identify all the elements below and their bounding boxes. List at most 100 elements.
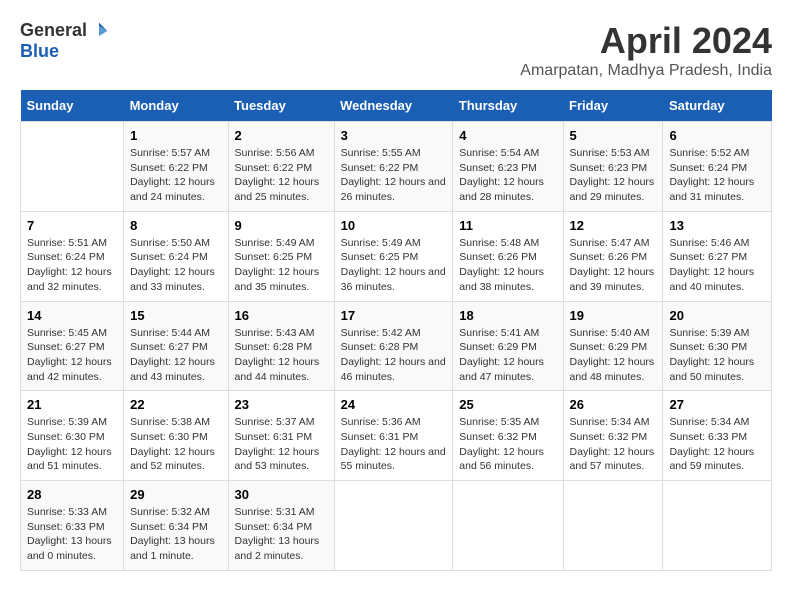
calendar-cell: 26 Sunrise: 5:34 AM Sunset: 6:32 PM Dayl… bbox=[563, 391, 663, 481]
day-info: Sunrise: 5:54 AM Sunset: 6:23 PM Dayligh… bbox=[459, 146, 556, 205]
calendar-cell: 27 Sunrise: 5:34 AM Sunset: 6:33 PM Dayl… bbox=[663, 391, 772, 481]
calendar-cell: 28 Sunrise: 5:33 AM Sunset: 6:33 PM Dayl… bbox=[21, 481, 124, 571]
calendar-cell: 25 Sunrise: 5:35 AM Sunset: 6:32 PM Dayl… bbox=[453, 391, 563, 481]
weekday-header-monday: Monday bbox=[124, 90, 228, 122]
calendar-cell: 23 Sunrise: 5:37 AM Sunset: 6:31 PM Dayl… bbox=[228, 391, 334, 481]
day-number: 7 bbox=[27, 218, 117, 233]
day-info: Sunrise: 5:45 AM Sunset: 6:27 PM Dayligh… bbox=[27, 326, 117, 385]
calendar-cell: 7 Sunrise: 5:51 AM Sunset: 6:24 PM Dayli… bbox=[21, 211, 124, 301]
logo: General Blue bbox=[20, 20, 109, 62]
calendar-cell: 16 Sunrise: 5:43 AM Sunset: 6:28 PM Dayl… bbox=[228, 301, 334, 391]
calendar-cell: 19 Sunrise: 5:40 AM Sunset: 6:29 PM Dayl… bbox=[563, 301, 663, 391]
calendar-cell bbox=[563, 481, 663, 571]
day-number: 9 bbox=[235, 218, 328, 233]
calendar-cell: 18 Sunrise: 5:41 AM Sunset: 6:29 PM Dayl… bbox=[453, 301, 563, 391]
calendar-cell: 2 Sunrise: 5:56 AM Sunset: 6:22 PM Dayli… bbox=[228, 122, 334, 212]
day-info: Sunrise: 5:49 AM Sunset: 6:25 PM Dayligh… bbox=[235, 236, 328, 295]
page-title: April 2024 bbox=[520, 20, 772, 62]
logo-blue-text: Blue bbox=[20, 41, 59, 62]
day-number: 22 bbox=[130, 397, 221, 412]
calendar-cell bbox=[453, 481, 563, 571]
day-info: Sunrise: 5:51 AM Sunset: 6:24 PM Dayligh… bbox=[27, 236, 117, 295]
weekday-header-tuesday: Tuesday bbox=[228, 90, 334, 122]
calendar-cell: 3 Sunrise: 5:55 AM Sunset: 6:22 PM Dayli… bbox=[334, 122, 453, 212]
day-info: Sunrise: 5:37 AM Sunset: 6:31 PM Dayligh… bbox=[235, 415, 328, 474]
calendar-cell: 21 Sunrise: 5:39 AM Sunset: 6:30 PM Dayl… bbox=[21, 391, 124, 481]
day-number: 15 bbox=[130, 308, 221, 323]
calendar-cell: 29 Sunrise: 5:32 AM Sunset: 6:34 PM Dayl… bbox=[124, 481, 228, 571]
calendar-cell: 1 Sunrise: 5:57 AM Sunset: 6:22 PM Dayli… bbox=[124, 122, 228, 212]
weekday-header-thursday: Thursday bbox=[453, 90, 563, 122]
page-subtitle: Amarpatan, Madhya Pradesh, India bbox=[520, 62, 772, 80]
day-number: 6 bbox=[669, 128, 765, 143]
weekday-header-sunday: Sunday bbox=[21, 90, 124, 122]
calendar-cell: 20 Sunrise: 5:39 AM Sunset: 6:30 PM Dayl… bbox=[663, 301, 772, 391]
day-number: 4 bbox=[459, 128, 556, 143]
day-number: 18 bbox=[459, 308, 556, 323]
calendar-cell bbox=[663, 481, 772, 571]
calendar-week-row: 28 Sunrise: 5:33 AM Sunset: 6:33 PM Dayl… bbox=[21, 481, 772, 571]
calendar-week-row: 14 Sunrise: 5:45 AM Sunset: 6:27 PM Dayl… bbox=[21, 301, 772, 391]
calendar-cell: 8 Sunrise: 5:50 AM Sunset: 6:24 PM Dayli… bbox=[124, 211, 228, 301]
day-info: Sunrise: 5:46 AM Sunset: 6:27 PM Dayligh… bbox=[669, 236, 765, 295]
day-info: Sunrise: 5:49 AM Sunset: 6:25 PM Dayligh… bbox=[341, 236, 447, 295]
day-number: 26 bbox=[570, 397, 657, 412]
calendar-cell bbox=[21, 122, 124, 212]
day-number: 10 bbox=[341, 218, 447, 233]
day-info: Sunrise: 5:44 AM Sunset: 6:27 PM Dayligh… bbox=[130, 326, 221, 385]
calendar-cell: 4 Sunrise: 5:54 AM Sunset: 6:23 PM Dayli… bbox=[453, 122, 563, 212]
day-number: 25 bbox=[459, 397, 556, 412]
calendar-cell: 15 Sunrise: 5:44 AM Sunset: 6:27 PM Dayl… bbox=[124, 301, 228, 391]
day-number: 16 bbox=[235, 308, 328, 323]
day-info: Sunrise: 5:38 AM Sunset: 6:30 PM Dayligh… bbox=[130, 415, 221, 474]
day-number: 29 bbox=[130, 487, 221, 502]
day-info: Sunrise: 5:48 AM Sunset: 6:26 PM Dayligh… bbox=[459, 236, 556, 295]
day-number: 24 bbox=[341, 397, 447, 412]
weekday-header-friday: Friday bbox=[563, 90, 663, 122]
day-number: 11 bbox=[459, 218, 556, 233]
calendar-cell: 12 Sunrise: 5:47 AM Sunset: 6:26 PM Dayl… bbox=[563, 211, 663, 301]
calendar-cell: 22 Sunrise: 5:38 AM Sunset: 6:30 PM Dayl… bbox=[124, 391, 228, 481]
calendar-cell: 24 Sunrise: 5:36 AM Sunset: 6:31 PM Dayl… bbox=[334, 391, 453, 481]
day-number: 21 bbox=[27, 397, 117, 412]
day-info: Sunrise: 5:56 AM Sunset: 6:22 PM Dayligh… bbox=[235, 146, 328, 205]
calendar-week-row: 21 Sunrise: 5:39 AM Sunset: 6:30 PM Dayl… bbox=[21, 391, 772, 481]
day-info: Sunrise: 5:31 AM Sunset: 6:34 PM Dayligh… bbox=[235, 505, 328, 564]
calendar-cell: 10 Sunrise: 5:49 AM Sunset: 6:25 PM Dayl… bbox=[334, 211, 453, 301]
day-info: Sunrise: 5:42 AM Sunset: 6:28 PM Dayligh… bbox=[341, 326, 447, 385]
calendar-week-row: 1 Sunrise: 5:57 AM Sunset: 6:22 PM Dayli… bbox=[21, 122, 772, 212]
calendar-cell: 13 Sunrise: 5:46 AM Sunset: 6:27 PM Dayl… bbox=[663, 211, 772, 301]
day-number: 2 bbox=[235, 128, 328, 143]
day-info: Sunrise: 5:41 AM Sunset: 6:29 PM Dayligh… bbox=[459, 326, 556, 385]
calendar-cell bbox=[334, 481, 453, 571]
day-number: 28 bbox=[27, 487, 117, 502]
day-number: 17 bbox=[341, 308, 447, 323]
day-info: Sunrise: 5:33 AM Sunset: 6:33 PM Dayligh… bbox=[27, 505, 117, 564]
logo-icon bbox=[89, 21, 109, 41]
day-number: 23 bbox=[235, 397, 328, 412]
day-number: 8 bbox=[130, 218, 221, 233]
page-header: General Blue April 2024 Amarpatan, Madhy… bbox=[20, 20, 772, 80]
logo-general-text: General bbox=[20, 20, 87, 41]
day-info: Sunrise: 5:55 AM Sunset: 6:22 PM Dayligh… bbox=[341, 146, 447, 205]
day-info: Sunrise: 5:40 AM Sunset: 6:29 PM Dayligh… bbox=[570, 326, 657, 385]
day-info: Sunrise: 5:36 AM Sunset: 6:31 PM Dayligh… bbox=[341, 415, 447, 474]
day-info: Sunrise: 5:53 AM Sunset: 6:23 PM Dayligh… bbox=[570, 146, 657, 205]
day-number: 19 bbox=[570, 308, 657, 323]
day-info: Sunrise: 5:39 AM Sunset: 6:30 PM Dayligh… bbox=[669, 326, 765, 385]
day-number: 20 bbox=[669, 308, 765, 323]
calendar-cell: 5 Sunrise: 5:53 AM Sunset: 6:23 PM Dayli… bbox=[563, 122, 663, 212]
day-number: 27 bbox=[669, 397, 765, 412]
day-number: 30 bbox=[235, 487, 328, 502]
day-info: Sunrise: 5:47 AM Sunset: 6:26 PM Dayligh… bbox=[570, 236, 657, 295]
calendar-cell: 11 Sunrise: 5:48 AM Sunset: 6:26 PM Dayl… bbox=[453, 211, 563, 301]
calendar-cell: 6 Sunrise: 5:52 AM Sunset: 6:24 PM Dayli… bbox=[663, 122, 772, 212]
day-info: Sunrise: 5:34 AM Sunset: 6:32 PM Dayligh… bbox=[570, 415, 657, 474]
day-number: 14 bbox=[27, 308, 117, 323]
day-info: Sunrise: 5:43 AM Sunset: 6:28 PM Dayligh… bbox=[235, 326, 328, 385]
calendar-week-row: 7 Sunrise: 5:51 AM Sunset: 6:24 PM Dayli… bbox=[21, 211, 772, 301]
weekday-header-saturday: Saturday bbox=[663, 90, 772, 122]
day-info: Sunrise: 5:32 AM Sunset: 6:34 PM Dayligh… bbox=[130, 505, 221, 564]
day-info: Sunrise: 5:57 AM Sunset: 6:22 PM Dayligh… bbox=[130, 146, 221, 205]
day-info: Sunrise: 5:52 AM Sunset: 6:24 PM Dayligh… bbox=[669, 146, 765, 205]
